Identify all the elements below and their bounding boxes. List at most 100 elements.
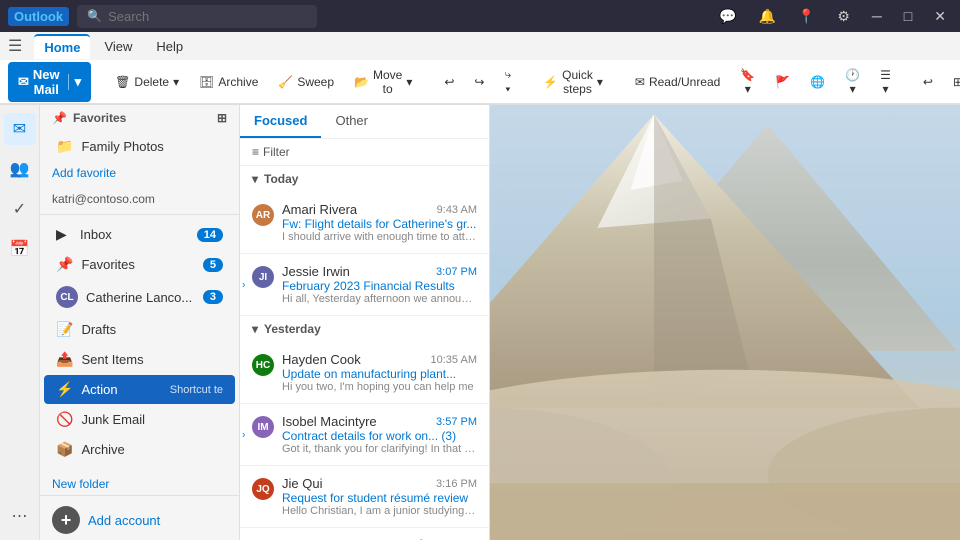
email-list: Focused Other ≡ Filter ▾ Today AR Amari …: [240, 105, 490, 540]
yesterday-label: Yesterday: [264, 322, 321, 336]
amari-body: Amari Rivera 9:43 AM Fw: Flight details …: [282, 202, 477, 243]
isobel-avatar: IM: [252, 416, 274, 438]
email-item-amari[interactable]: AR Amari Rivera 9:43 AM Fw: Flight detai…: [240, 192, 489, 254]
archive-button[interactable]: 🗄 Archive: [191, 71, 266, 93]
sidebar-sent[interactable]: 📤 Sent Items: [44, 345, 235, 374]
settings-icon-btn[interactable]: ⚙: [831, 6, 856, 27]
search-input[interactable]: [108, 9, 288, 24]
ribbon-tabs: ☰ Home View Help: [0, 32, 960, 60]
hayden-body: Hayden Cook 10:35 AM Update on manufactu…: [282, 352, 477, 393]
email-item-isobel[interactable]: › IM Isobel Macintyre 3:57 PM Contract d…: [240, 404, 489, 466]
catherine-avatar: CL: [56, 286, 78, 308]
add-account-label: Add account: [88, 513, 160, 528]
tags-button[interactable]: 🔖 ▾: [732, 64, 763, 100]
favorites-label: Favorites: [73, 111, 126, 125]
minimize-button[interactable]: ─: [866, 6, 888, 26]
sidebar-junk[interactable]: 🚫 Junk Email: [44, 405, 235, 434]
chat-icon-btn[interactable]: 💬: [713, 6, 742, 27]
amari-preview: I should arrive with enough time to atte…: [282, 231, 477, 243]
jie-sender: Jie Qui: [282, 476, 322, 491]
close-button[interactable]: ✕: [928, 6, 952, 27]
hayden-time: 10:35 AM: [431, 354, 477, 366]
today-label: Today: [264, 172, 298, 186]
redo-button[interactable]: ↪: [466, 71, 492, 93]
pin-icon: 📌: [52, 111, 67, 125]
yesterday-section-header[interactable]: ▾ Yesterday: [240, 316, 489, 342]
reading-pane: [490, 105, 960, 540]
isobel-subject: Contract details for work on... (3): [282, 429, 477, 443]
sidebar-favorites[interactable]: 📌 Favorites 5: [44, 250, 235, 279]
tab-home[interactable]: Home: [34, 34, 90, 59]
jie-body: Jie Qui 3:16 PM Request for student résu…: [282, 476, 477, 517]
favorites-header: 📌 Favorites ⊞: [40, 105, 239, 131]
undo-button[interactable]: ↩: [436, 71, 462, 93]
new-mail-button[interactable]: ✉ New Mail ▾: [8, 62, 91, 102]
add-account-item[interactable]: + Add account: [40, 495, 239, 540]
view-options-button[interactable]: ☰ ▾: [872, 64, 899, 100]
flag-button[interactable]: 🚩: [767, 71, 798, 93]
email-item-omar[interactable]: OB Omar Bennett 📎 1:42 PM Tailwinds (New…: [240, 528, 489, 540]
tab-help[interactable]: Help: [146, 35, 193, 58]
sidebar-catherine[interactable]: CL Catherine Lanco... 3: [44, 280, 235, 314]
today-section-header[interactable]: ▾ Today: [240, 166, 489, 192]
quick-steps-button[interactable]: ⚡ Quick steps ▾: [535, 64, 611, 100]
tab-view[interactable]: View: [94, 35, 142, 58]
isobel-body: Isobel Macintyre 3:57 PM Contract detail…: [282, 414, 477, 455]
move-to-button[interactable]: 📂 Move to ▾: [346, 64, 420, 100]
read-unread-button[interactable]: ✉ Read/Unread: [627, 71, 728, 93]
layout-icon[interactable]: ⊞: [217, 111, 227, 125]
new-mail-dropdown-icon[interactable]: ▾: [68, 74, 82, 90]
family-photos-label: Family Photos: [81, 139, 223, 154]
undo2-button[interactable]: ↩: [915, 71, 941, 93]
isobel-chevron: ›: [242, 429, 245, 440]
title-bar-right: 💬 🔔 📍 ⚙ ─ □ ✕: [713, 6, 952, 27]
jie-preview: Hello Christian, I am a junior studying …: [282, 505, 477, 517]
nav-tasks[interactable]: ✓: [4, 193, 36, 225]
nav-calendar[interactable]: 📅: [4, 233, 36, 265]
forward-button[interactable]: ⤷ ▾: [496, 63, 519, 101]
new-folder-link[interactable]: New folder: [40, 473, 239, 495]
nav-people[interactable]: 👥: [4, 153, 36, 185]
search-box[interactable]: 🔍: [77, 5, 317, 28]
jessie-avatar: JI: [252, 266, 274, 288]
delete-button[interactable]: 🗑 Delete ▾: [107, 71, 187, 93]
inbox-badge: 14: [197, 228, 223, 242]
amari-sender: Amari Rivera: [282, 202, 357, 217]
hayden-sender: Hayden Cook: [282, 352, 361, 367]
add-favorite-link[interactable]: Add favorite: [40, 162, 239, 184]
translate-button[interactable]: 🌐: [802, 71, 833, 93]
new-mail-label: New Mail: [33, 67, 60, 97]
timer-button[interactable]: 🕐 ▾: [837, 64, 868, 100]
email-item-jie[interactable]: JQ Jie Qui 3:16 PM Request for student r…: [240, 466, 489, 528]
grid-button[interactable]: ⊞: [945, 71, 960, 93]
bell-icon-btn[interactable]: 🔔: [752, 6, 781, 27]
sidebar-family-photos[interactable]: 📁 Family Photos: [44, 132, 235, 161]
sidebar-drafts[interactable]: 📝 Drafts: [44, 315, 235, 344]
hayden-preview: Hi you two, I'm hoping you can help me: [282, 381, 477, 393]
nav-mail[interactable]: ✉: [4, 113, 36, 145]
sidebar: 📌 Favorites ⊞ 📁 Family Photos Add favori…: [40, 105, 240, 540]
sidebar-archive[interactable]: 📦 Archive: [44, 435, 235, 464]
sidebar-section: ▶ Inbox 14 📌 Favorites 5 CL Catherine La…: [40, 215, 239, 469]
email-filter[interactable]: ≡ Filter: [240, 139, 489, 166]
sweep-button[interactable]: 🧹 Sweep: [270, 71, 342, 93]
search-icon: 🔍: [87, 9, 102, 23]
new-mail-icon: ✉: [18, 74, 29, 90]
hamburger-menu[interactable]: ☰: [8, 36, 22, 56]
email-item-hayden[interactable]: HC Hayden Cook 10:35 AM Update on manufa…: [240, 342, 489, 404]
restore-button[interactable]: □: [898, 6, 918, 26]
drafts-label: Drafts: [81, 322, 223, 337]
isobel-preview: Got it, thank you for clarifying! In tha…: [282, 443, 477, 455]
tab-other[interactable]: Other: [321, 105, 382, 138]
sidebar-action[interactable]: ⚡ Action Shortcut te: [44, 375, 235, 404]
location-icon-btn[interactable]: 📍: [792, 6, 821, 27]
nav-apps[interactable]: ⋯: [4, 500, 36, 532]
catherine-label: Catherine Lanco...: [86, 290, 195, 305]
junk-icon: 🚫: [56, 411, 73, 428]
jessie-sender: Jessie Irwin: [282, 264, 350, 279]
isobel-time: 3:57 PM: [436, 416, 477, 428]
amari-subject: Fw: Flight details for Catherine's gr...: [282, 217, 477, 231]
email-item-jessie[interactable]: › JI Jessie Irwin 3:07 PM February 2023 …: [240, 254, 489, 316]
tab-focused[interactable]: Focused: [240, 105, 321, 138]
sidebar-inbox[interactable]: ▶ Inbox 14: [44, 220, 235, 249]
